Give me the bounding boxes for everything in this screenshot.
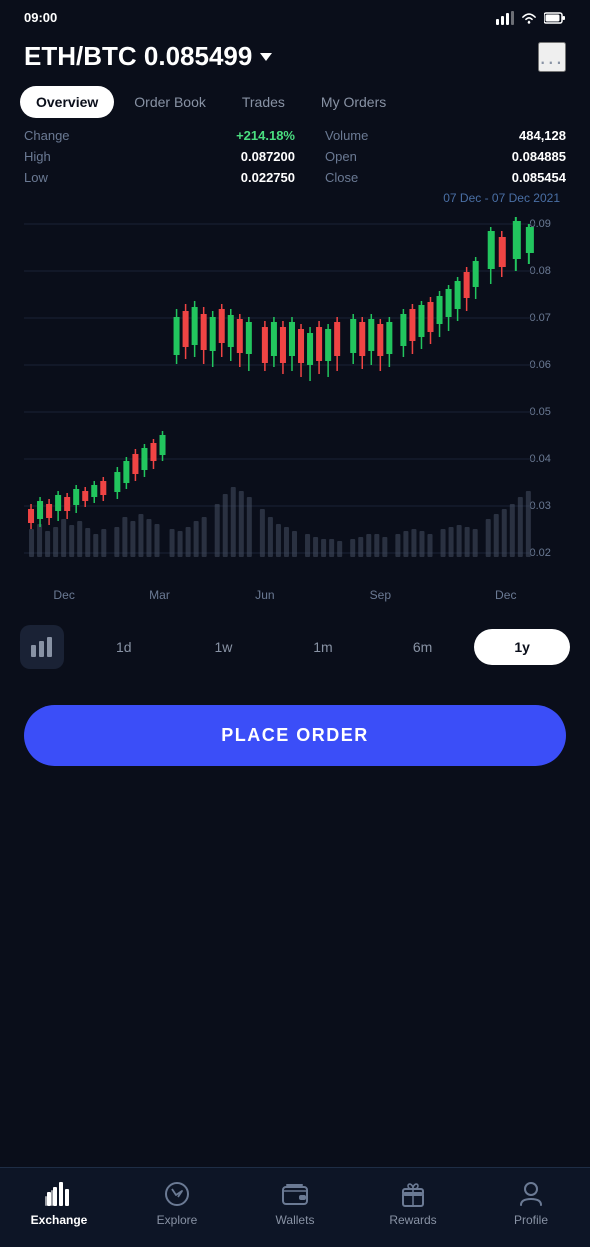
time-display: 09:00 <box>24 10 57 25</box>
chevron-down-icon <box>260 53 272 61</box>
stat-close: Close 0.085454 <box>325 170 566 185</box>
time-1w-button[interactable]: 1w <box>176 629 272 665</box>
nav-explore[interactable]: Explore <box>142 1180 212 1227</box>
svg-text:Dec: Dec <box>53 588 74 602</box>
svg-text:Dec: Dec <box>495 588 516 602</box>
nav-wallets[interactable]: Wallets <box>260 1180 330 1227</box>
nav-rewards[interactable]: Rewards <box>378 1180 448 1227</box>
explore-label: Explore <box>157 1213 198 1227</box>
exchange-icon <box>45 1180 73 1208</box>
signal-icon <box>496 11 514 25</box>
tab-myorders[interactable]: My Orders <box>305 86 402 118</box>
more-button[interactable]: ... <box>538 42 566 72</box>
chart-svg: 0.09 0.08 0.07 0.06 0.05 0.04 0.03 0.02 <box>24 209 566 609</box>
stats-grid: Change +214.18% High 0.087200 Low 0.0227… <box>0 118 590 185</box>
stat-high: High 0.087200 <box>24 149 295 164</box>
status-bar: 09:00 <box>0 0 590 31</box>
header: ETH/BTC 0.085499 ... <box>0 31 590 72</box>
wifi-icon <box>520 11 538 25</box>
stat-open: Open 0.084885 <box>325 149 566 164</box>
svg-text:Mar: Mar <box>149 588 170 602</box>
stat-low: Low 0.022750 <box>24 170 295 185</box>
pair-title[interactable]: ETH/BTC 0.085499 <box>24 41 272 72</box>
tab-overview[interactable]: Overview <box>20 86 114 118</box>
stats-right: Volume 484,128 Open 0.084885 Close 0.085… <box>295 128 566 185</box>
stat-change: Change +214.18% <box>24 128 295 143</box>
status-icons <box>496 11 566 25</box>
battery-icon <box>544 12 566 24</box>
profile-label: Profile <box>514 1213 548 1227</box>
pair-name: ETH/BTC 0.085499 <box>24 41 252 72</box>
tabs-container: Overview Order Book Trades My Orders <box>0 72 590 118</box>
wallets-label: Wallets <box>276 1213 315 1227</box>
candlestick-chart: 0.09 0.08 0.07 0.06 0.05 0.04 0.03 0.02 <box>24 209 566 609</box>
tab-orderbook[interactable]: Order Book <box>118 86 222 118</box>
place-order-button[interactable]: PLACE ORDER <box>24 705 566 766</box>
stats-left: Change +214.18% High 0.087200 Low 0.0227… <box>24 128 295 185</box>
time-1m-button[interactable]: 1m <box>275 629 371 665</box>
place-order-section: PLACE ORDER <box>0 685 590 782</box>
time-controls: 1d 1w 1m 6m 1y <box>0 609 590 685</box>
exchange-label: Exchange <box>31 1213 88 1227</box>
stat-volume: Volume 484,128 <box>325 128 566 143</box>
chart-type-button[interactable] <box>20 625 64 669</box>
explore-icon <box>163 1180 191 1208</box>
svg-text:Jun: Jun <box>255 588 274 602</box>
wallets-icon <box>281 1180 309 1208</box>
bottom-nav: Exchange Explore Wallets <box>0 1167 590 1247</box>
profile-icon <box>517 1180 545 1208</box>
time-1y-button[interactable]: 1y <box>474 629 570 665</box>
rewards-label: Rewards <box>389 1213 436 1227</box>
tab-trades[interactable]: Trades <box>226 86 301 118</box>
nav-exchange[interactable]: Exchange <box>24 1180 94 1227</box>
nav-profile[interactable]: Profile <box>496 1180 566 1227</box>
chart-container: 07 Dec - 07 Dec 2021 0.09 0.08 0.07 0.06… <box>0 191 590 609</box>
chart-date-range: 07 Dec - 07 Dec 2021 <box>24 191 566 205</box>
rewards-icon <box>399 1180 427 1208</box>
svg-text:Sep: Sep <box>370 588 392 602</box>
bar-chart-icon <box>31 637 53 657</box>
time-6m-button[interactable]: 6m <box>375 629 471 665</box>
time-1d-button[interactable]: 1d <box>76 629 172 665</box>
